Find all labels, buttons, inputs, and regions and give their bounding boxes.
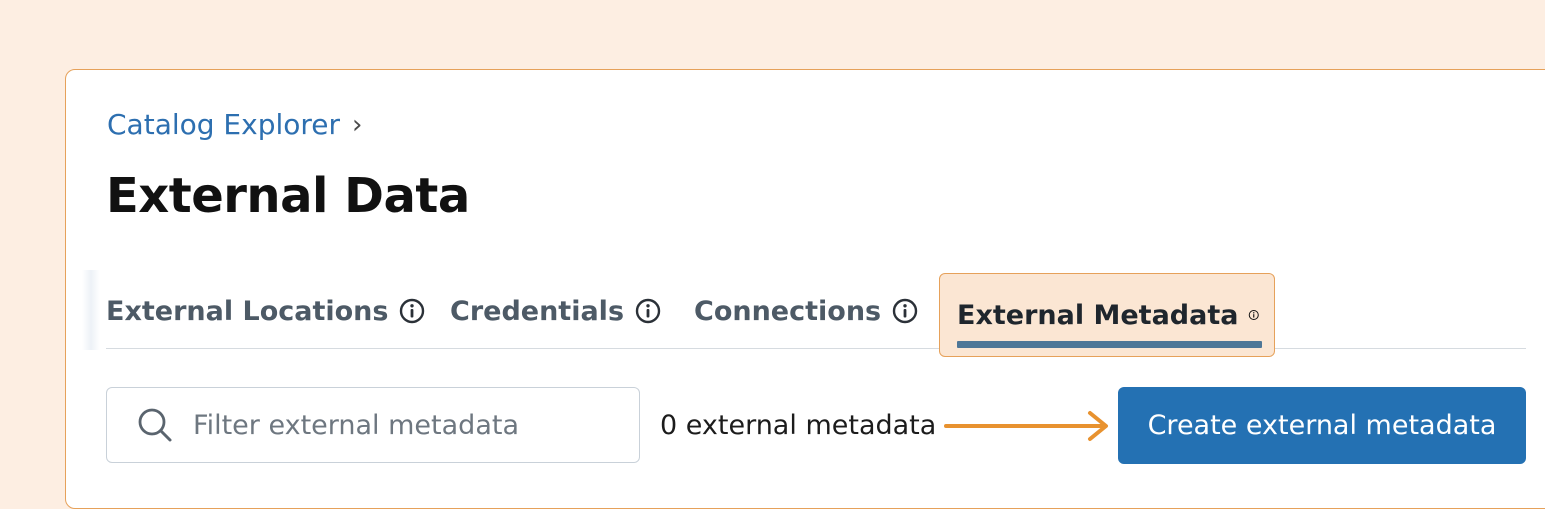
search-icon bbox=[138, 408, 172, 442]
tab-connections[interactable]: Connections bbox=[694, 274, 919, 348]
breadcrumb: Catalog Explorer › bbox=[107, 108, 362, 141]
search-box[interactable] bbox=[106, 387, 640, 463]
info-icon[interactable] bbox=[1248, 301, 1260, 329]
tab-bar: External Locations Credentials Connectio… bbox=[106, 273, 1526, 357]
tab-label: Connections bbox=[694, 295, 882, 327]
annotation-arrow-icon bbox=[944, 411, 1108, 441]
tab-credentials[interactable]: Credentials bbox=[450, 274, 662, 348]
info-icon[interactable] bbox=[891, 297, 919, 325]
search-input[interactable] bbox=[191, 408, 635, 442]
toolbar: 0 external metadata Create external meta… bbox=[106, 387, 1528, 464]
panel-edge-shadow bbox=[82, 270, 100, 350]
info-icon[interactable] bbox=[634, 297, 662, 325]
tab-external-locations[interactable]: External Locations bbox=[106, 274, 426, 348]
tab-external-metadata[interactable]: External Metadata bbox=[939, 273, 1275, 357]
active-tab-indicator bbox=[957, 341, 1262, 348]
create-external-metadata-button[interactable]: Create external metadata bbox=[1118, 387, 1526, 464]
metadata-count-text: 0 external metadata bbox=[660, 410, 937, 441]
tab-label: External Metadata bbox=[957, 299, 1239, 331]
breadcrumb-catalog-explorer-link[interactable]: Catalog Explorer bbox=[107, 108, 340, 141]
external-data-panel: Catalog Explorer › External Data Externa… bbox=[65, 69, 1545, 509]
chevron-right-icon: › bbox=[352, 109, 363, 140]
tab-label: Credentials bbox=[450, 295, 625, 327]
info-icon[interactable] bbox=[398, 297, 426, 325]
tab-label: External Locations bbox=[106, 295, 389, 327]
page-title: External Data bbox=[106, 168, 470, 224]
